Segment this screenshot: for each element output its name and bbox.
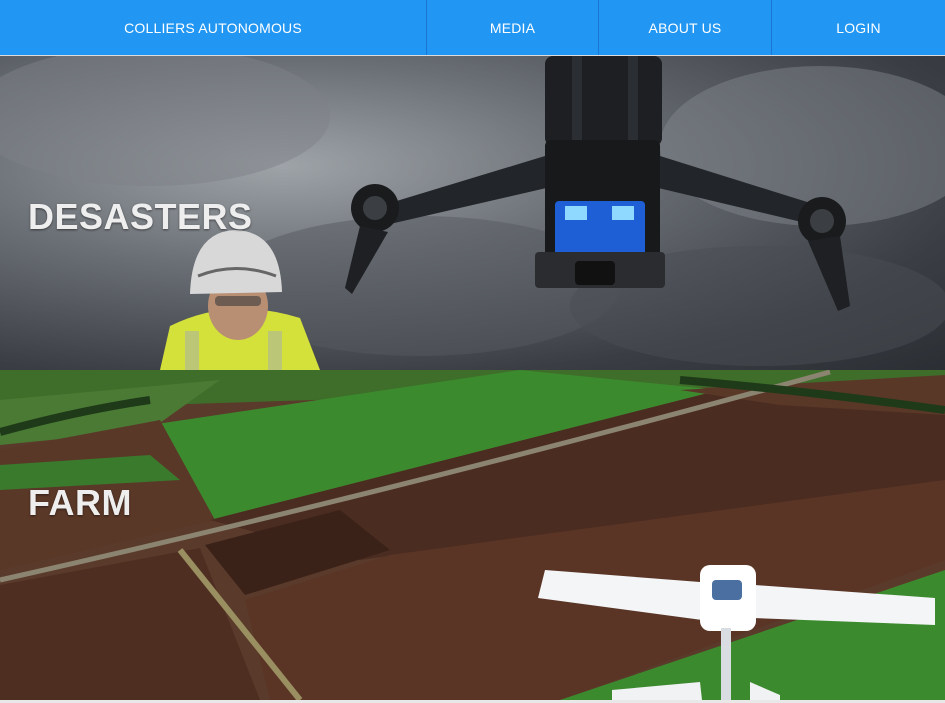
- top-navigation-bar: COLLIERS AUTONOMOUS MEDIA ABOUT US LOGIN: [0, 0, 945, 56]
- farm-panel-title: FARM: [28, 482, 132, 523]
- disaster-panel-title: DESASTERS: [28, 196, 253, 237]
- nav-about-link[interactable]: ABOUT US: [599, 0, 772, 55]
- disaster-hero-panel[interactable]: DESASTERS: [0, 56, 945, 370]
- brand-link[interactable]: COLLIERS AUTONOMOUS: [0, 0, 427, 55]
- nav-media-link[interactable]: MEDIA: [427, 0, 599, 55]
- farm-hero-panel[interactable]: FARM: [0, 370, 945, 700]
- nav-login-link[interactable]: LOGIN: [772, 0, 945, 55]
- farm-hero-image: [0, 370, 945, 700]
